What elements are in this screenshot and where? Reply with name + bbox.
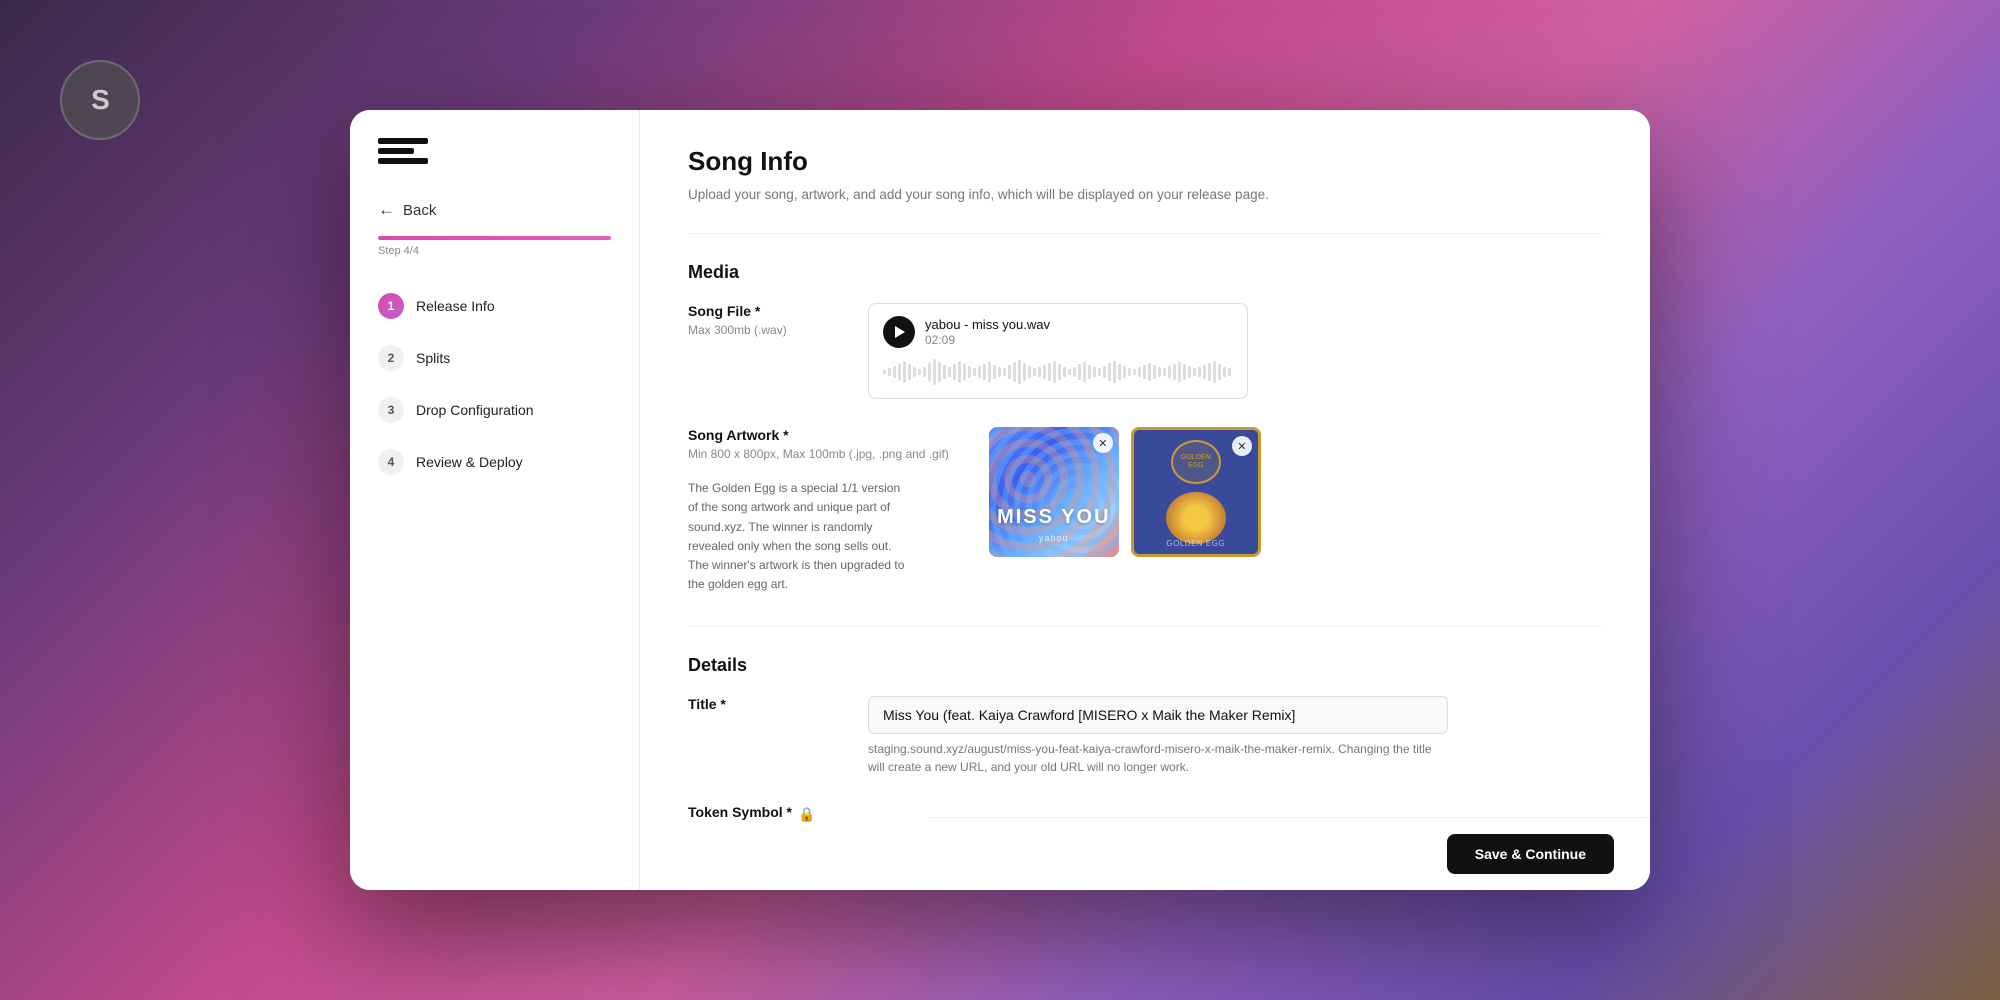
logo <box>350 138 639 200</box>
back-label: Back <box>403 202 436 219</box>
song-info: yabou - miss you.wav 02:09 <box>925 317 1050 347</box>
waveform <box>883 358 1233 386</box>
progress-bar-bg <box>378 236 611 240</box>
sidebar-item-drop-config[interactable]: 3 Drop Configuration <box>350 385 639 435</box>
artwork-row: MISS YOU yabou ✕ GOLDEN EGG GOLDEN EGG <box>989 427 1602 557</box>
progress-bar-fill <box>378 236 611 240</box>
title-field-group: Title * staging.sound.xyz/august/miss-yo… <box>688 696 1602 776</box>
details-section-title: Details <box>688 655 1602 676</box>
token-field-label: Token Symbol * <box>688 804 792 820</box>
step-circle-1: 1 <box>378 293 404 319</box>
step-circle-4: 4 <box>378 449 404 475</box>
logo-bar-2 <box>378 148 414 154</box>
title-input[interactable] <box>868 696 1448 734</box>
song-artwork-label-col: Song Artwork * Min 800 x 800px, Max 100m… <box>688 427 949 594</box>
logo-bar-1 <box>378 138 428 144</box>
page-subtitle: Upload your song, artwork, and add your … <box>688 185 1602 205</box>
artwork-2-badge: GOLDEN EGG <box>1171 440 1221 484</box>
sidebar-nav: 1 Release Info 2 Splits 3 Drop Configura… <box>350 281 639 487</box>
media-section-title: Media <box>688 262 1602 283</box>
song-artwork-content: MISS YOU yabou ✕ GOLDEN EGG GOLDEN EGG <box>989 427 1602 594</box>
artwork-2-bottom-text: GOLDEN EGG <box>1166 539 1225 548</box>
song-file-content: yabou - miss you.wav 02:09 <box>868 303 1602 399</box>
song-file-player: yabou - miss you.wav 02:09 <box>868 303 1248 399</box>
artwork-1-thumb: MISS YOU yabou ✕ <box>989 427 1119 557</box>
main-modal: ← Back Step 4/4 1 Release Info 2 Splits <box>350 110 1650 890</box>
nav-label-release-info: Release Info <box>416 298 495 314</box>
main-content-area: Song Info Upload your song, artwork, and… <box>640 110 1650 890</box>
nav-label-review-deploy: Review & Deploy <box>416 454 523 470</box>
artwork-2-thumb: GOLDEN EGG GOLDEN EGG ✕ <box>1131 427 1261 557</box>
song-artwork-sublabel: Min 800 x 800px, Max 100mb (.jpg, .png a… <box>688 447 949 461</box>
logo-bar-3 <box>378 158 428 164</box>
song-duration: 02:09 <box>925 333 1050 347</box>
play-button[interactable] <box>883 316 915 348</box>
artwork-1-sublabel: yabou <box>989 533 1119 543</box>
song-file-label-col: Song File * Max 300mb (.wav) <box>688 303 828 399</box>
save-continue-button[interactable]: Save & Continue <box>1447 834 1614 874</box>
step-label: Step 4/4 <box>378 245 611 257</box>
song-file-group: Song File * Max 300mb (.wav) yabou - mis… <box>688 303 1602 399</box>
play-icon <box>895 326 905 338</box>
song-file-header: yabou - miss you.wav 02:09 <box>883 316 1233 348</box>
golden-egg-badge-label: GOLDEN EGG <box>1173 454 1219 471</box>
remove-artwork-2-button[interactable]: ✕ <box>1232 436 1252 456</box>
nav-label-splits: Splits <box>416 350 450 366</box>
song-file-label: Song File * <box>688 303 828 319</box>
token-label-with-lock: Token Symbol * 🔒 <box>688 804 828 824</box>
sidebar-item-release-info[interactable]: 1 Release Info <box>350 281 639 331</box>
title-field-label: Title * <box>688 696 828 712</box>
step-circle-2: 2 <box>378 345 404 371</box>
remove-artwork-1-button[interactable]: ✕ <box>1093 433 1113 453</box>
title-field-content: staging.sound.xyz/august/miss-you-feat-k… <box>868 696 1602 776</box>
sidebar-item-review-deploy[interactable]: 4 Review & Deploy <box>350 437 639 487</box>
artwork-1-label: MISS YOU <box>989 506 1119 529</box>
song-filename: yabou - miss you.wav <box>925 317 1050 332</box>
step-circle-3: 3 <box>378 397 404 423</box>
progress-section: Step 4/4 <box>378 236 611 257</box>
sidebar-item-splits[interactable]: 2 Splits <box>350 333 639 383</box>
back-button[interactable]: ← Back <box>350 200 639 228</box>
page-title: Song Info <box>688 146 1602 177</box>
song-artwork-group: Song Artwork * Min 800 x 800px, Max 100m… <box>688 427 1602 594</box>
title-label-col: Title * <box>688 696 828 776</box>
golden-egg-description: The Golden Egg is a special 1/1 version … <box>688 479 908 594</box>
logo-mark <box>378 138 428 176</box>
song-artwork-label: Song Artwork * <box>688 427 949 443</box>
back-arrow-icon: ← <box>378 200 395 220</box>
divider-1 <box>688 233 1602 234</box>
sidebar: ← Back Step 4/4 1 Release Info 2 Splits <box>350 110 640 890</box>
song-file-sublabel: Max 300mb (.wav) <box>688 323 828 337</box>
details-section: Details Title * staging.sound.xyz/august… <box>688 626 1602 824</box>
token-label-col: Token Symbol * 🔒 <box>688 804 828 824</box>
url-hint: staging.sound.xyz/august/miss-you-feat-k… <box>868 740 1448 776</box>
artwork-2-flower <box>1166 492 1226 544</box>
app-icon: S <box>60 60 140 140</box>
nav-label-drop-config: Drop Configuration <box>416 402 534 418</box>
modal-footer: Save & Continue <box>930 817 1650 890</box>
lock-icon: 🔒 <box>798 806 815 823</box>
